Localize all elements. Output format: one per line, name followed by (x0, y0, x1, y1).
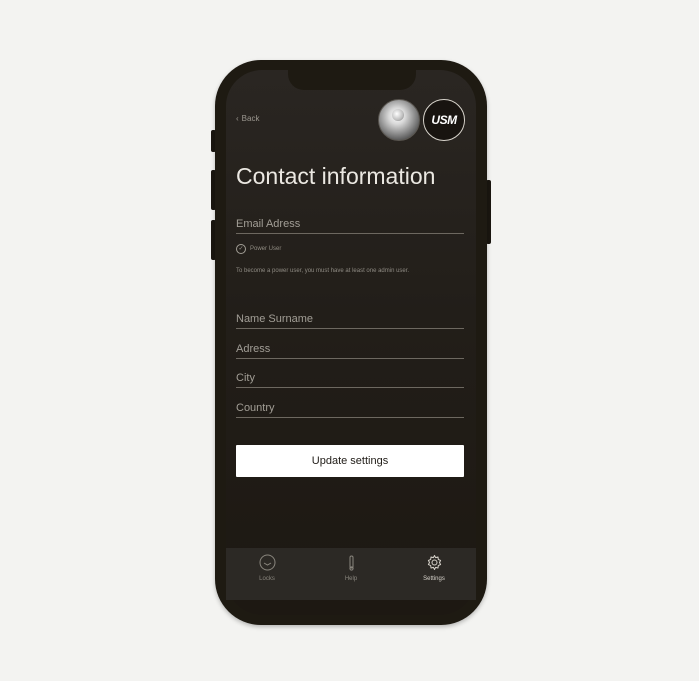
country-field[interactable]: Country (236, 394, 464, 418)
knob-icon (392, 109, 404, 121)
email-field[interactable]: Email Adress (236, 210, 464, 234)
info-icon (343, 554, 360, 571)
lock-circle-icon (259, 554, 276, 571)
back-label: Back (241, 114, 260, 123)
name-field[interactable]: Name Surname (236, 305, 464, 329)
usm-logo: USM (423, 99, 465, 141)
country-placeholder: Country (236, 402, 275, 414)
back-button[interactable]: ‹ Back (236, 114, 259, 123)
phone-notch (288, 68, 416, 90)
power-user-checkbox[interactable]: ✓ Power User (236, 244, 281, 254)
gear-icon (426, 554, 443, 571)
tab-help[interactable]: Help (321, 554, 381, 582)
power-user-label: Power User (250, 246, 282, 252)
tab-locks-label: Locks (259, 576, 275, 582)
address-field[interactable]: Adress (236, 335, 464, 359)
logo-text: USM (431, 113, 457, 127)
name-placeholder: Name Surname (236, 313, 314, 325)
check-circle-icon: ✓ (236, 244, 246, 254)
tab-settings[interactable]: Settings (404, 554, 464, 582)
city-field[interactable]: City (236, 364, 464, 388)
city-placeholder: City (236, 372, 255, 384)
page-background: ‹ Back USM Contact information Email Adr… (0, 0, 699, 681)
email-placeholder: Email Adress (236, 218, 301, 230)
address-placeholder: Adress (236, 343, 271, 355)
tab-help-label: Help (344, 576, 358, 582)
chevron-left-icon: ‹ (236, 114, 239, 123)
tab-settings-label: Settings (423, 576, 445, 582)
update-settings-button[interactable]: Update settings (236, 445, 464, 477)
power-user-hint: To become a power user, you must have at… (236, 268, 410, 274)
page-title: Contact information (236, 163, 436, 189)
tab-locks[interactable]: Locks (237, 554, 297, 582)
